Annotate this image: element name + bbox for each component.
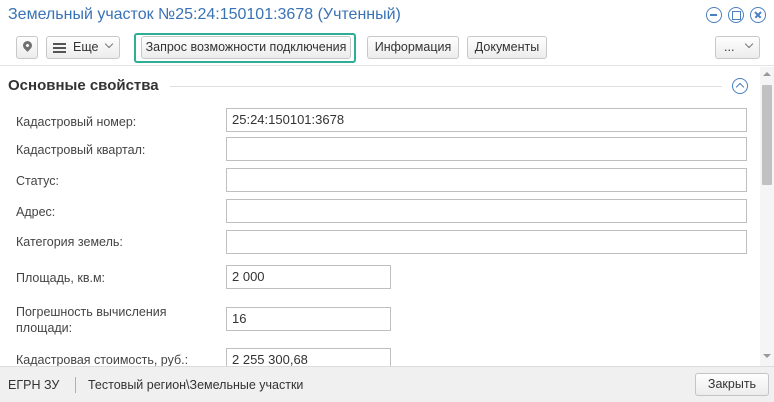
- hamburger-menu-icon: [53, 43, 66, 53]
- documents-button[interactable]: Документы: [467, 36, 547, 59]
- status-source: ЕГРН ЗУ: [8, 378, 60, 392]
- close-button[interactable]: Закрыть: [695, 373, 769, 396]
- chevron-down-icon: [744, 39, 754, 49]
- label-land-category: Категория земель:: [16, 235, 123, 249]
- status-divider: [75, 377, 76, 393]
- label-address: Адрес:: [16, 205, 56, 219]
- section-title: Основные свойства: [8, 77, 159, 94]
- chevron-down-icon: [104, 39, 114, 49]
- status-field[interactable]: [226, 168, 747, 192]
- map-pin-button[interactable]: [16, 36, 38, 59]
- section-divider: [170, 86, 722, 87]
- status-bar: ЕГРН ЗУ Тестовый регион\Земельные участк…: [0, 366, 774, 402]
- cadastral-quarter-field[interactable]: [226, 137, 747, 161]
- request-connection-button[interactable]: Запрос возможности подключения: [141, 36, 351, 59]
- scroll-down-icon[interactable]: [763, 354, 771, 358]
- label-cadastral-value: Кадастровая стоимость, руб.:: [16, 353, 189, 366]
- label-cadastral-number: Кадастровый номер:: [16, 115, 137, 129]
- scroll-thumb[interactable]: [762, 85, 772, 185]
- window-title: Земельный участок №25:24:150101:3678 (Уч…: [8, 6, 401, 23]
- more-label: Еще: [73, 40, 99, 54]
- restore-icon[interactable]: [728, 7, 744, 23]
- minimize-icon[interactable]: [706, 7, 722, 23]
- address-field[interactable]: [226, 199, 747, 223]
- info-button[interactable]: Информация: [367, 36, 459, 59]
- chevron-up-circle-icon[interactable]: [732, 78, 748, 94]
- vertical-scrollbar[interactable]: [760, 67, 774, 366]
- toolbar: Еще Запрос возможности подключения Инфор…: [0, 31, 774, 66]
- label-area: Площадь, кв.м:: [16, 271, 106, 285]
- status-path: Тестовый регион\Земельные участки: [88, 378, 304, 392]
- close-icon[interactable]: [750, 7, 766, 23]
- label-area-error: Погрешность вычисления площади:: [16, 305, 167, 335]
- cadastral-value-field[interactable]: 2 255 300,68: [226, 348, 391, 366]
- land-category-field[interactable]: [226, 230, 747, 254]
- label-cadastral-quarter: Кадастровый квартал:: [16, 143, 146, 157]
- ellipsis-menu-button[interactable]: ...: [715, 36, 760, 59]
- area-error-field[interactable]: 16: [226, 307, 391, 331]
- window-titlebar: Земельный участок №25:24:150101:3678 (Уч…: [0, 0, 774, 31]
- area-field[interactable]: 2 000: [226, 265, 391, 289]
- ellipsis-label: ...: [724, 40, 735, 54]
- properties-panel: Основные свойства Кадастровый номер: 25:…: [0, 67, 760, 366]
- more-menu-button[interactable]: Еще: [46, 36, 120, 59]
- map-pin-icon: [21, 39, 34, 52]
- cadastral-number-field[interactable]: 25:24:150101:3678: [226, 108, 747, 132]
- label-status: Статус:: [16, 174, 59, 188]
- scroll-up-icon[interactable]: [763, 72, 771, 76]
